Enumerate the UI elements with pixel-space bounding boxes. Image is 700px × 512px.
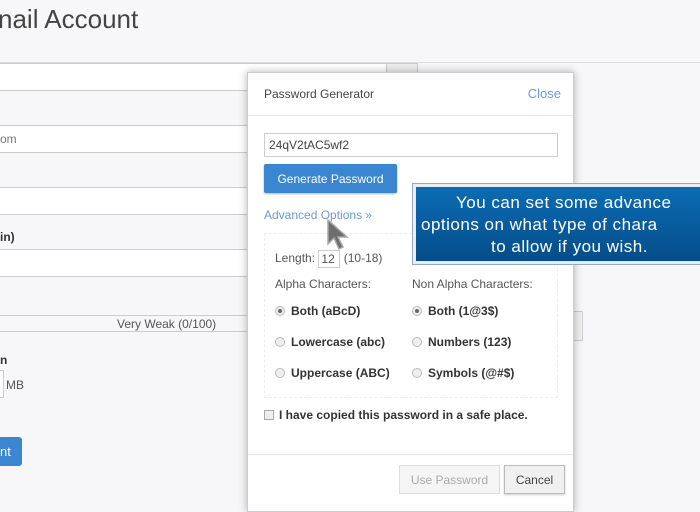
radio-icon [275,337,285,347]
create-account-button[interactable]: nt [0,437,22,466]
length-label: Length: [275,251,316,266]
radio-label: Lowercase (abc) [291,335,386,349]
generate-button-edge[interactable] [574,311,583,341]
nonalpha-label: Non Alpha Characters: [412,277,533,291]
callout-line: options on what type of chara [421,215,658,234]
quota-input[interactable] [0,370,4,398]
callout-line: You can set some advance [456,193,672,212]
alpha-label: Alpha Characters: [275,277,372,291]
radio-label: Symbols (@#$) [428,366,515,380]
copied-label: I have copied this password in a safe pl… [279,408,528,422]
radio-nonalpha-numbers[interactable]: Numbers (123) [412,335,511,349]
mouse-cursor-icon [327,218,349,251]
use-password-button[interactable]: Use Password [399,465,500,494]
radio-nonalpha-both[interactable]: Both (1@3$) [412,304,498,318]
generate-password-button[interactable]: Generate Password [264,164,397,193]
page-title: nail Account [0,4,139,34]
domain-field-text: om [0,132,17,146]
radio-alpha-lowercase[interactable]: Lowercase (abc) [275,335,385,349]
copied-checkbox-row[interactable]: I have copied this password in a safe pl… [264,408,528,422]
quota-unit: MB [6,378,24,392]
radio-icon [412,368,422,378]
tutorial-callout: You can set some advance options on what… [412,183,700,265]
field-label: in) [0,230,15,244]
radio-label: Uppercase (ABC) [291,366,390,380]
callout-line: to allow if you wish. [491,237,648,256]
generated-password-input[interactable]: 24qV2tAC5wf2 [264,133,558,157]
radio-alpha-both[interactable]: Both (aBcD) [275,304,360,318]
radio-label: Both (1@3$) [428,304,499,318]
radio-icon [412,306,422,316]
modal-header: Password Generator Close [248,73,573,116]
quota-label: n [0,353,8,367]
radio-label: Both (aBcD) [291,304,361,318]
radio-label: Numbers (123) [428,335,512,349]
checkbox[interactable] [264,410,274,420]
radio-nonalpha-symbols[interactable]: Symbols (@#$) [412,366,514,380]
radio-alpha-uppercase[interactable]: Uppercase (ABC) [275,366,390,380]
cancel-button[interactable]: Cancel [504,465,565,494]
close-link[interactable]: Close [528,86,561,101]
radio-icon [275,368,285,378]
radio-icon [412,337,422,347]
modal-footer-divider [248,454,573,455]
radio-icon [275,306,285,316]
modal-title: Password Generator [264,87,375,101]
strength-text: Very Weak (0/100) [117,317,217,331]
password-generator-modal: Password Generator Close 24qV2tAC5wf2 Ge… [247,72,574,512]
